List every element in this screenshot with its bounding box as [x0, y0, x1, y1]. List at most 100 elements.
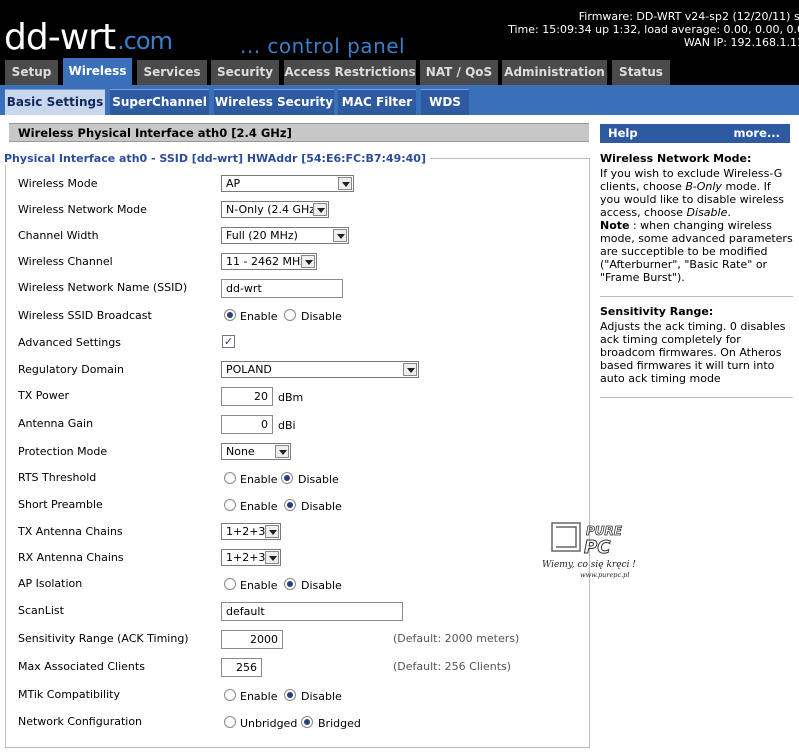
help-network-mode-text: If you wish to exclude Wireless-G client… [600, 167, 793, 284]
apiso-label: AP Isolation [18, 577, 83, 590]
apiso-enable-radio[interactable] [224, 578, 236, 590]
channel-width-value: Full (20 MHz) [226, 229, 298, 242]
network-mode-select[interactable]: N-Only (2.4 GHz) [221, 201, 329, 218]
mtik-enable-label: Enable [240, 690, 278, 703]
netconf-unbridged-label: Unbridged [240, 717, 298, 730]
chevron-down-icon [265, 525, 279, 538]
help-panel: Wireless Network Mode: If you wish to ex… [600, 152, 793, 406]
subtab-basic-settings[interactable]: Basic Settings [5, 89, 105, 115]
watermark-brand-top: PURE [586, 524, 623, 538]
regdomain-select[interactable]: POLAND [221, 361, 419, 378]
ssid-broadcast-disable-label: Disable [301, 310, 342, 323]
sub-tabs: Basic Settings SuperChannel Wireless Sec… [0, 85, 799, 115]
router-info: Firmware: DD-WRT v24-sp2 (12/20/11) std … [508, 10, 799, 49]
protection-value: None [226, 445, 255, 458]
channel-label: Wireless Channel [18, 255, 113, 268]
help-network-mode-heading: Wireless Network Mode: [600, 152, 752, 165]
preamble-enable-radio[interactable] [224, 499, 236, 511]
preamble-disable-label: Disable [301, 500, 342, 513]
subtab-wds[interactable]: WDS [421, 89, 469, 115]
ssid-broadcast-enable-radio[interactable] [224, 309, 236, 321]
antgain-label: Antenna Gain [18, 417, 94, 430]
main-tabs: Setup Wireless Services Security Access … [0, 58, 799, 85]
ssid-broadcast-enable-label: Enable [240, 310, 278, 323]
tab-nat-qos[interactable]: NAT / QoS [420, 60, 498, 85]
maxcli-default-note: (Default: 256 Clients) [393, 660, 512, 673]
rxchains-label: RX Antenna Chains [18, 551, 124, 564]
maxcli-input[interactable]: 256 [221, 658, 262, 677]
rxchains-select[interactable]: 1+2+3 [221, 549, 281, 566]
tab-wireless[interactable]: Wireless [63, 58, 132, 85]
preamble-disable-radio[interactable] [284, 499, 296, 511]
rxchains-value: 1+2+3 [226, 551, 266, 564]
watermark-tagline: Wiemy, co się kręci ! [542, 560, 636, 570]
interface-legend: Physical Interface ath0 - SSID [dd-wrt] … [4, 152, 430, 165]
tab-access-restrictions[interactable]: Access Restrictions [284, 60, 416, 85]
sens-default-note: (Default: 2000 meters) [393, 632, 520, 645]
header-bar: dd-wrt.com ... control panel Firmware: D… [0, 0, 799, 58]
apiso-disable-label: Disable [301, 579, 342, 592]
help-more-link[interactable]: more... [734, 124, 780, 143]
maxcli-label: Max Associated Clients [18, 660, 145, 673]
sens-label: Sensitivity Range (ACK Timing) [18, 632, 189, 645]
mtik-disable-radio[interactable] [284, 689, 296, 701]
mtik-enable-radio[interactable] [224, 689, 236, 701]
scanlist-label: ScanList [18, 604, 64, 617]
regdomain-label: Regulatory Domain [18, 363, 124, 376]
help-divider [600, 296, 793, 297]
chevron-down-icon [301, 255, 315, 268]
txpower-unit: dBm [278, 391, 304, 404]
channel-width-select[interactable]: Full (20 MHz) [221, 227, 349, 244]
uptime-text: Time: 15:09:34 up 1:32, load average: 0.… [508, 23, 799, 36]
antgain-input[interactable]: 0 [221, 415, 273, 434]
help-header: Help more... [600, 124, 790, 143]
preamble-label: Short Preamble [18, 498, 103, 511]
apiso-enable-label: Enable [240, 579, 278, 592]
txpower-input[interactable]: 20 [221, 387, 273, 406]
protection-label: Protection Mode [18, 445, 108, 458]
tab-setup[interactable]: Setup [5, 60, 58, 85]
channel-width-label: Channel Width [18, 229, 99, 242]
advanced-settings-checkbox[interactable]: ✓ [222, 335, 235, 348]
chevron-down-icon [403, 363, 417, 376]
channel-select[interactable]: 11 - 2462 MHz [221, 253, 317, 270]
rts-enable-label: Enable [240, 473, 278, 486]
chevron-down-icon [275, 445, 289, 458]
ssid-input[interactable]: dd-wrt [221, 279, 343, 298]
ddwrt-logo[interactable]: dd-wrt.com [4, 20, 173, 59]
subtab-mac-filter[interactable]: MAC Filter [338, 89, 416, 115]
tab-administration[interactable]: Administration [502, 60, 607, 85]
rts-disable-radio[interactable] [281, 472, 293, 484]
watermark-brand-bottom: PC [584, 537, 611, 558]
scanlist-input[interactable]: default [221, 602, 403, 621]
apiso-disable-radio[interactable] [284, 578, 296, 590]
netconf-label: Network Configuration [18, 715, 143, 728]
help-title: Help [608, 126, 638, 140]
netconf-bridged-radio[interactable] [301, 716, 313, 728]
netconf-unbridged-radio[interactable] [224, 716, 236, 728]
help-divider [600, 397, 793, 398]
protection-select[interactable]: None [221, 443, 291, 460]
txpower-label: TX Power [18, 389, 70, 402]
wireless-mode-label: Wireless Mode [18, 177, 98, 190]
rts-enable-radio[interactable] [224, 472, 236, 484]
txchains-select[interactable]: 1+2+3 [221, 523, 281, 540]
sens-input[interactable]: 2000 [221, 630, 283, 649]
tab-services[interactable]: Services [137, 60, 207, 85]
tab-status[interactable]: Status [612, 60, 670, 85]
antgain-unit: dBi [278, 419, 296, 432]
wireless-mode-value: AP [226, 177, 241, 190]
txchains-label: TX Antenna Chains [18, 525, 123, 538]
chevron-down-icon [338, 177, 352, 190]
rts-label: RTS Threshold [18, 471, 97, 484]
network-mode-label: Wireless Network Mode [18, 203, 147, 216]
wireless-mode-select[interactable]: AP [221, 175, 354, 192]
chevron-down-icon [313, 203, 327, 216]
ssid-broadcast-disable-radio[interactable] [284, 309, 296, 321]
subtab-superchannel[interactable]: SuperChannel [110, 89, 209, 115]
txchains-value: 1+2+3 [226, 525, 266, 538]
tab-security[interactable]: Security [211, 60, 279, 85]
chevron-down-icon [333, 229, 347, 242]
subtab-wireless-security[interactable]: Wireless Security [214, 89, 334, 115]
mtik-disable-label: Disable [301, 690, 342, 703]
